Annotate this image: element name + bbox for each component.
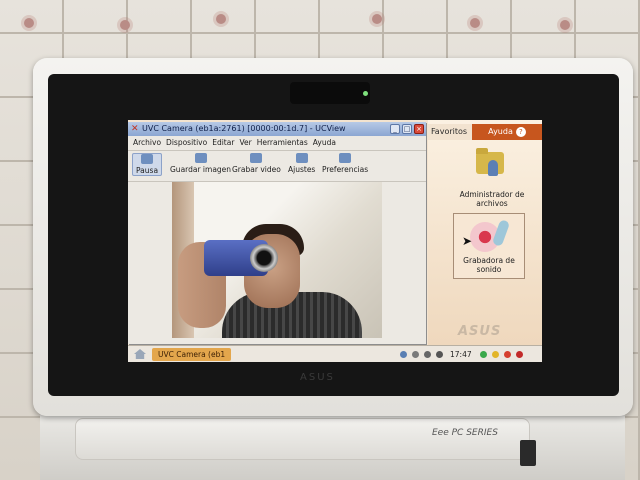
save-image-button[interactable]: Guardar imagen [170, 153, 231, 174]
menu-archivo[interactable]: Archivo [133, 136, 161, 150]
preferences-icon [339, 153, 352, 163]
file-manager-icon[interactable] [476, 146, 506, 178]
webcam-led [363, 91, 368, 96]
record-video-label: Grabar video [232, 165, 281, 174]
taskbar: UVC Camera (eb1 17:47 [128, 345, 542, 362]
video-icon [250, 153, 263, 163]
menu-dispositivo[interactable]: Dispositivo [166, 136, 207, 150]
window-title: UVC Camera (eb1a:2761) [0000:00:1d.7] - … [142, 124, 346, 133]
maximize-button[interactable]: □ [402, 124, 412, 134]
save-image-icon [194, 153, 207, 163]
ucview-window: ✕ UVC Camera (eb1a:2761) [0000:00:1d.7] … [128, 122, 426, 344]
app-icon: ✕ [131, 124, 139, 134]
tray-yellow-icon[interactable] [492, 351, 499, 358]
camera-preview [172, 182, 382, 338]
tile-flower [24, 18, 34, 28]
tray-red-icon[interactable] [504, 351, 511, 358]
asus-logo: ASUS [458, 324, 502, 339]
tab-help[interactable]: Ayuda? [472, 124, 542, 140]
clock: 17:47 [450, 350, 472, 359]
settings-label: Ajustes [288, 165, 316, 174]
tab-favorites[interactable]: Favoritos [426, 124, 472, 140]
pause-label: Pausa [136, 166, 159, 175]
pause-button[interactable]: Pausa [132, 153, 163, 176]
settings-icon [295, 153, 308, 163]
tile-flower [120, 20, 130, 30]
mouse-cursor-icon: ➤ [462, 234, 473, 248]
power-button[interactable] [520, 440, 536, 466]
shutdown-icon[interactable] [516, 351, 523, 358]
user-icon [488, 160, 498, 176]
save-image-label: Guardar imagen [170, 165, 232, 174]
volume-icon[interactable] [436, 351, 443, 358]
menu-bar: Archivo Dispositivo Editar Ver Herramien… [128, 136, 426, 151]
window-titlebar[interactable]: ✕ UVC Camera (eb1a:2761) [0000:00:1d.7] … [128, 122, 426, 136]
help-icon: ? [515, 127, 526, 137]
tile-flower [470, 18, 480, 28]
webcam-housing [290, 82, 370, 104]
toolbar: Pausa Guardar imagen Grabar video Ajuste… [128, 151, 426, 182]
menu-ayuda[interactable]: Ayuda [313, 136, 336, 150]
menu-ver[interactable]: Ver [239, 136, 251, 150]
home-icon[interactable] [134, 349, 146, 359]
pause-icon [141, 154, 154, 164]
settings-button[interactable]: Ajustes [288, 153, 315, 174]
menu-herramientas[interactable]: Herramientas [257, 136, 308, 150]
tray-green-icon[interactable] [480, 351, 487, 358]
device-series-label: Eee PC SERIES [432, 428, 498, 438]
wifi-icon[interactable] [412, 351, 419, 358]
sound-recorder-label: Grabadora de sonido [463, 256, 515, 274]
record-video-button[interactable]: Grabar video [232, 153, 281, 174]
tile-flower [560, 20, 570, 30]
bezel-brand: ASUS [300, 372, 335, 383]
sound-recorder-tile[interactable]: ➤ Grabadora de sonido [454, 214, 524, 278]
laptop-hinge [75, 418, 530, 460]
close-button[interactable]: × [414, 124, 424, 134]
minimize-button[interactable]: _ [390, 124, 400, 134]
network-icon[interactable] [400, 351, 407, 358]
menu-editar[interactable]: Editar [212, 136, 234, 150]
tab-help-label: Ayuda [488, 127, 513, 136]
tile-flower [216, 14, 226, 24]
preferences-button[interactable]: Preferencias [322, 153, 368, 174]
preview-lens [250, 244, 278, 272]
battery-icon[interactable] [424, 351, 431, 358]
microphone-icon [491, 219, 511, 247]
taskbar-item-uvc-camera[interactable]: UVC Camera (eb1 [152, 348, 232, 361]
preferences-label: Preferencias [322, 165, 369, 174]
laptop-screen: Favoritos Ayuda? Administrador de archiv… [128, 120, 542, 362]
file-manager-label[interactable]: Administrador de archivos [453, 190, 531, 208]
tile-flower [372, 14, 382, 24]
